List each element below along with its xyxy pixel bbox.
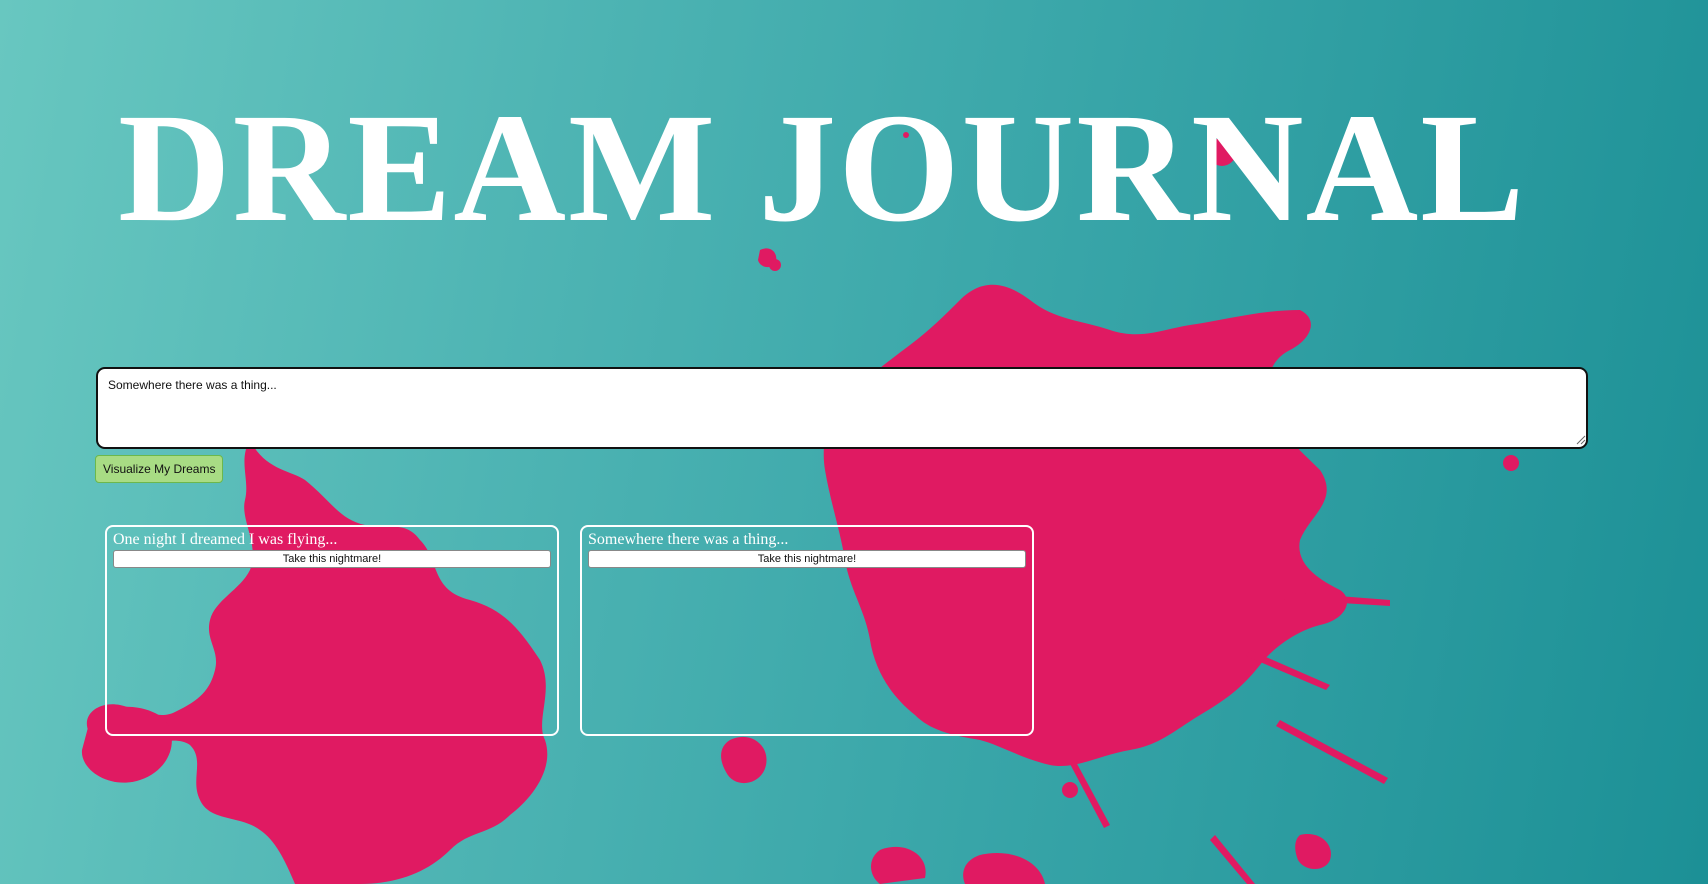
dream-card: Somewhere there was a thing... Take this… bbox=[580, 525, 1034, 736]
visualize-dreams-button[interactable]: Visualize My Dreams bbox=[95, 455, 224, 483]
take-nightmare-button[interactable]: Take this nightmare! bbox=[113, 550, 551, 568]
dream-input[interactable]: Somewhere there was a thing... bbox=[96, 367, 1588, 449]
dream-card-text: Somewhere there was a thing... bbox=[588, 531, 789, 548]
page-title: DREAM JOURNAL bbox=[118, 81, 1527, 254]
dream-card-text: One night I dreamed I was flying... bbox=[113, 531, 338, 548]
take-nightmare-button[interactable]: Take this nightmare! bbox=[588, 550, 1026, 568]
resize-grip-icon[interactable] bbox=[1574, 433, 1586, 445]
dream-card: One night I dreamed I was flying... Take… bbox=[105, 525, 559, 736]
